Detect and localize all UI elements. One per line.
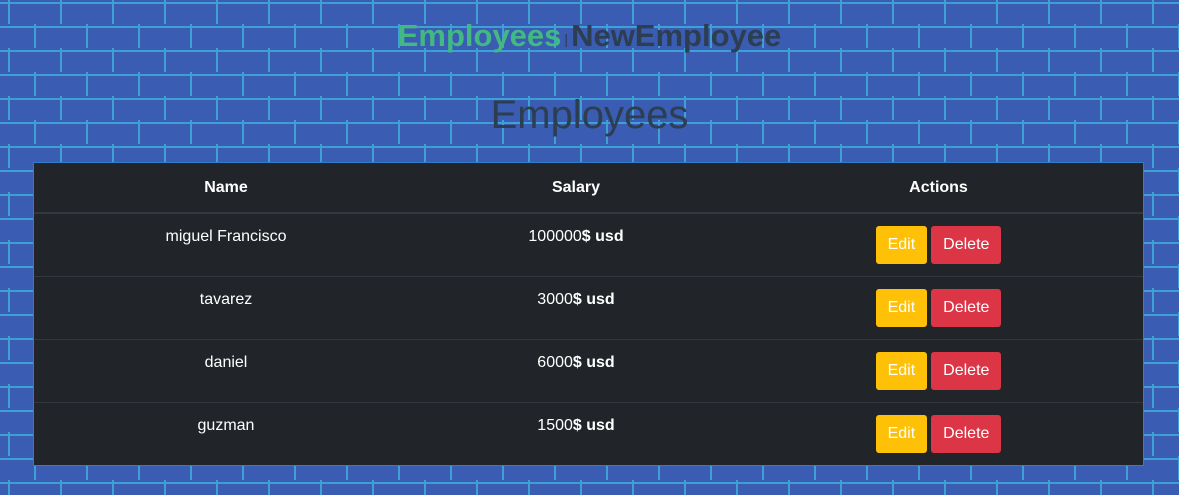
- employee-name-cell: miguel Francisco: [165, 228, 287, 245]
- delete-button[interactable]: Delete: [931, 288, 1002, 327]
- edit-button[interactable]: Edit: [875, 414, 928, 453]
- actions-cell: Edit Delete: [734, 213, 1143, 276]
- salary-currency: $ usd: [581, 228, 624, 245]
- salary-amount: 100000: [528, 228, 582, 245]
- salary-currency: $ usd: [572, 290, 615, 308]
- nav-separator: |: [564, 31, 569, 47]
- employees-table-container: Name Salary Actions miguel Francisco 100…: [33, 162, 1144, 466]
- edit-button[interactable]: Edit: [875, 288, 928, 327]
- salary-currency: $ usd: [572, 416, 615, 434]
- table-row: miguel Francisco 100000$ usd Edit Delete: [34, 213, 1143, 276]
- edit-button[interactable]: Edit: [875, 351, 928, 390]
- page-title: Employees: [490, 93, 689, 137]
- table-row: daniel 6000$ usd Edit Delete: [34, 338, 1143, 402]
- employee-salary-cell: 3000$ usd: [418, 275, 734, 339]
- employee-salary-cell: 1500$ usd: [418, 401, 734, 465]
- top-navigation: Employees |NewEmployee: [0, 18, 1179, 54]
- column-header-name: Name: [34, 163, 418, 214]
- salary-currency: $ usd: [572, 353, 615, 371]
- column-header-salary: Salary: [418, 163, 734, 214]
- delete-button[interactable]: Delete: [931, 414, 1002, 453]
- table-row: tavarez 3000$ usd Edit Delete: [34, 275, 1143, 339]
- employee-salary-cell: 100000$ usd: [418, 213, 734, 276]
- salary-amount: 1500: [537, 416, 573, 434]
- salary-amount: 6000: [537, 353, 573, 371]
- nav-link-new-employee[interactable]: NewEmployee: [571, 18, 781, 53]
- employee-name-cell: daniel: [34, 338, 418, 402]
- actions-cell: Edit Delete: [734, 275, 1143, 339]
- column-header-actions: Actions: [734, 163, 1143, 214]
- table-body: miguel Francisco 100000$ usd Edit Delete …: [34, 213, 1143, 465]
- employee-salary-cell: 6000$ usd: [418, 338, 734, 402]
- delete-button[interactable]: Delete: [931, 226, 1002, 264]
- actions-cell: Edit Delete: [734, 338, 1143, 402]
- nav-link-employees[interactable]: Employees: [398, 18, 562, 53]
- employee-name-cell: tavarez: [34, 275, 418, 339]
- table-header-row: Name Salary Actions: [34, 163, 1143, 214]
- employees-table: Name Salary Actions miguel Francisco 100…: [34, 163, 1143, 465]
- employee-name-cell: guzman: [34, 401, 418, 465]
- salary-amount: 3000: [537, 290, 573, 308]
- edit-button[interactable]: Edit: [875, 226, 928, 264]
- table-header: Name Salary Actions: [34, 163, 1143, 214]
- delete-button[interactable]: Delete: [931, 351, 1002, 390]
- actions-cell: Edit Delete: [734, 401, 1143, 465]
- table-row: guzman 1500$ usd Edit Delete: [34, 401, 1143, 465]
